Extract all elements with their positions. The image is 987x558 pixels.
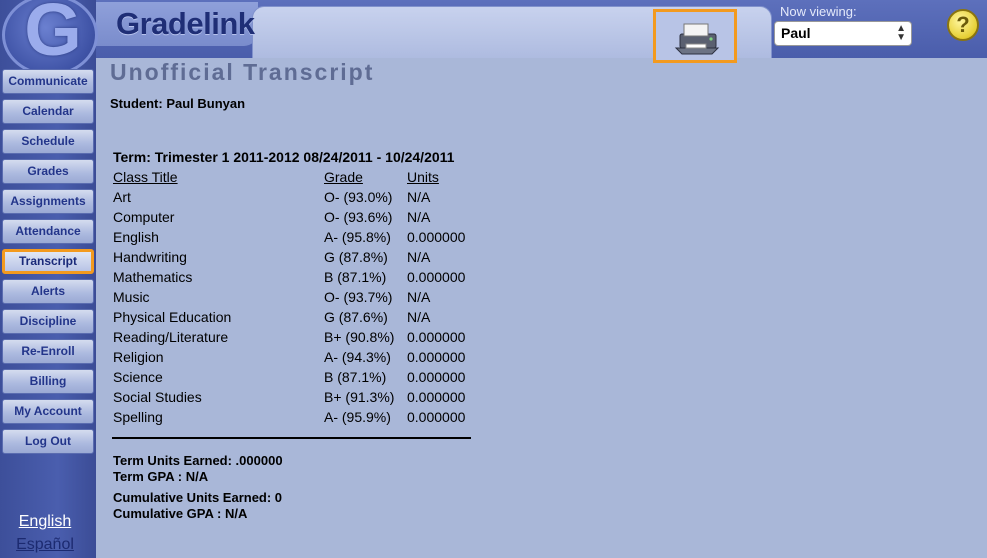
help-icon[interactable]: ? [947,9,979,41]
cumulative-gpa: Cumulative GPA : N/A [113,506,248,521]
units-cell: N/A [407,289,431,305]
units-cell: N/A [407,189,431,205]
class-title-cell: Social Studies [113,389,202,405]
class-title-cell: Music [113,289,150,305]
class-title-cell: English [113,229,159,245]
grade-cell: B+ (91.3%) [324,389,395,405]
sidebar-item-transcript[interactable]: Transcript [2,249,94,274]
units-cell: 0.000000 [407,409,466,425]
sidebar-item-communicate[interactable]: Communicate [2,69,94,94]
class-title-cell: Handwriting [113,249,187,265]
grade-cell: G (87.6%) [324,309,388,325]
units-cell: N/A [407,249,431,265]
language-espanol-link[interactable]: Español [0,536,90,554]
sidebar-item-my-account[interactable]: My Account [2,399,94,424]
student-name: Student: Paul Bunyan [110,96,246,111]
app-title: Gradelink [116,6,255,41]
now-viewing-label: Now viewing: [780,4,857,19]
class-title-cell: Religion [113,349,164,365]
sidebar-item-assignments[interactable]: Assignments [2,189,94,214]
sidebar-item-calendar[interactable]: Calendar [2,99,94,124]
grade-cell: B+ (90.8%) [324,329,395,345]
term-units-earned: Term Units Earned: .000000 [113,453,283,468]
grade-cell: A- (95.9%) [324,409,391,425]
grade-cell: O- (93.6%) [324,209,393,225]
units-cell: 0.000000 [407,369,466,385]
divider [112,437,471,439]
logo-letter: G [24,0,82,71]
select-arrows-icon: ▲ ▼ [896,23,906,43]
grade-cell: B (87.1%) [324,269,387,285]
column-header-grade: Grade [324,169,363,185]
sidebar-item-log-out[interactable]: Log Out [2,429,94,454]
grade-cell: B (87.1%) [324,369,387,385]
units-cell: 0.000000 [407,349,466,365]
sidebar-item-re-enroll[interactable]: Re-Enroll [2,339,94,364]
class-title-cell: Science [113,369,163,385]
grade-cell: G (87.8%) [324,249,388,265]
sidebar-item-discipline[interactable]: Discipline [2,309,94,334]
term-gpa: Term GPA : N/A [113,469,209,484]
class-title-cell: Spelling [113,409,163,425]
units-cell: N/A [407,209,431,225]
units-cell: 0.000000 [407,269,466,285]
printer-icon [674,23,720,55]
term-heading: Term: Trimester 1 2011-2012 08/24/2011 -… [113,149,455,165]
units-cell: 0.000000 [407,229,466,245]
grade-cell: O- (93.0%) [324,189,393,205]
sidebar-item-schedule[interactable]: Schedule [2,129,94,154]
class-title-cell: Mathematics [113,269,193,285]
print-button[interactable] [653,9,737,63]
sidebar-item-grades[interactable]: Grades [2,159,94,184]
sidebar-item-alerts[interactable]: Alerts [2,279,94,304]
class-title-cell: Reading/Literature [113,329,229,345]
class-title-cell: Physical Education [113,309,232,325]
grade-cell: O- (93.7%) [324,289,393,305]
grade-cell: A- (94.3%) [324,349,391,365]
units-cell: 0.000000 [407,329,466,345]
selected-student: Paul [781,25,811,41]
sidebar-item-attendance[interactable]: Attendance [2,219,94,244]
class-title-cell: Art [113,189,131,205]
class-title-cell: Computer [113,209,175,225]
column-header-class-title: Class Title [113,169,178,185]
student-select[interactable]: Paul ▲ ▼ [774,21,912,46]
grade-cell: A- (95.8%) [324,229,391,245]
units-cell: 0.000000 [407,389,466,405]
column-header-units: Units [407,169,439,185]
units-cell: N/A [407,309,431,325]
sidebar-item-billing[interactable]: Billing [2,369,94,394]
language-english-link[interactable]: English [0,513,90,531]
cumulative-units-earned: Cumulative Units Earned: 0 [113,490,283,505]
page-title: Unofficial Transcript [110,59,375,85]
